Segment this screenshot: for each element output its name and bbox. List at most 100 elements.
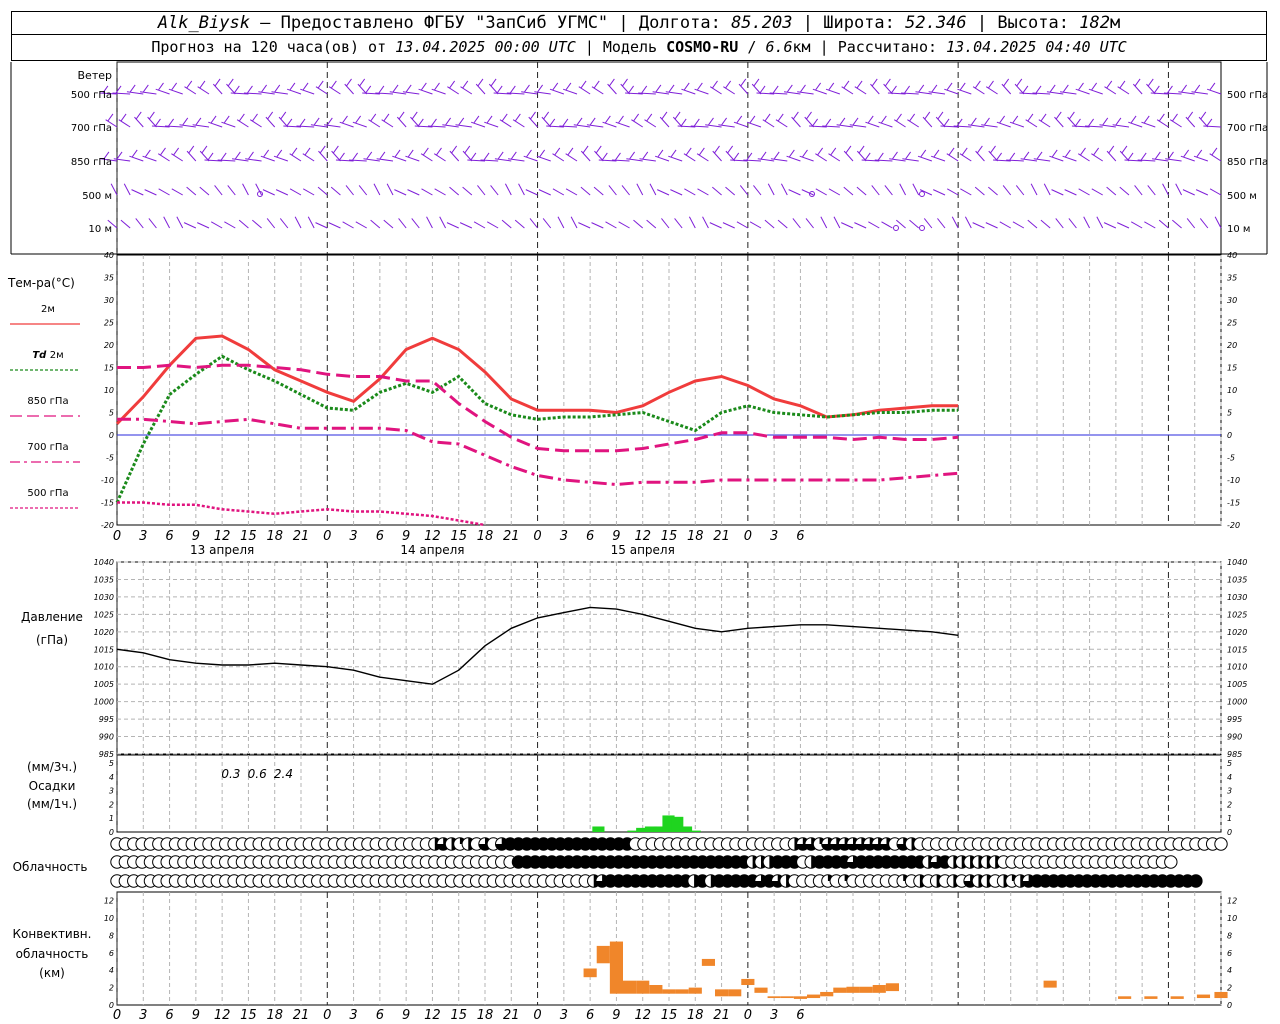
wind-level-label-right: 10 м — [1227, 224, 1250, 235]
wind-barb — [1106, 186, 1117, 196]
convective-bar — [859, 986, 873, 993]
wind-barb-flag — [359, 78, 366, 87]
wind-barb — [972, 222, 985, 229]
convective-bar — [1043, 980, 1057, 988]
wind-barb — [646, 219, 657, 229]
wind-barb-flag — [990, 145, 996, 154]
wind-barb — [289, 188, 302, 196]
wind-barb-flag — [394, 149, 401, 158]
wind-barb-flag — [248, 151, 254, 160]
wind-barb — [1064, 189, 1077, 196]
wind-barb-flag — [131, 149, 138, 158]
wind-barb — [633, 219, 644, 229]
wind-barb — [799, 155, 814, 162]
conv-hour-label: 3 — [349, 1008, 357, 1023]
wind-barb-flag — [514, 113, 521, 122]
wind-barb-flag — [593, 80, 600, 89]
wind-barb — [221, 121, 236, 128]
wind-barb-flag — [580, 80, 587, 89]
pres-y-tick-right: 1030 — [1227, 593, 1247, 602]
wind-barb-flag — [214, 78, 221, 87]
wind-barb — [919, 189, 933, 196]
precip-unit-1h: (мм/1ч.) — [27, 797, 77, 811]
wind-barb-flag — [641, 85, 648, 94]
wind-barb-flag — [1078, 82, 1084, 91]
temp-hour-label: 18 — [266, 529, 283, 544]
wind-barb-flag — [436, 147, 442, 156]
wind-barb-flag — [670, 149, 677, 158]
wind-barb — [856, 186, 867, 196]
convective-bar — [1144, 996, 1158, 999]
wind-barb — [342, 221, 354, 229]
wind-barb-flag — [144, 149, 151, 158]
wind-barb — [1096, 216, 1104, 229]
convective-bar — [741, 978, 755, 986]
wind-barb — [1175, 183, 1183, 196]
wind-barb-flag — [554, 147, 561, 156]
convective-bar — [728, 989, 742, 997]
temp-hour-label: 18 — [477, 529, 494, 544]
pres-y-tick-right: 1015 — [1227, 645, 1247, 654]
wind-barb-flag — [339, 152, 345, 161]
calm-marker — [919, 191, 925, 197]
wind-barb — [317, 186, 328, 196]
wind-barb — [792, 218, 801, 229]
wind-barb-flag — [905, 151, 912, 160]
conv-y-tick: 4 — [109, 966, 114, 975]
wind-barb-flag — [937, 111, 944, 120]
wind-barb — [944, 88, 959, 95]
wind-barb-flag — [988, 80, 994, 89]
wind-barb-flag — [680, 118, 687, 127]
calm-marker — [919, 225, 925, 231]
wind-barb — [1038, 119, 1051, 128]
wind-barb-flag — [286, 118, 293, 127]
wind-barb — [657, 189, 670, 196]
wind-barb — [644, 119, 657, 128]
temp-y-tick: -10 — [101, 476, 114, 485]
wind-barb-flag — [509, 85, 516, 94]
wind-barb-flag — [773, 151, 780, 160]
precip-total-label: 0.3 — [221, 767, 240, 781]
wind-barb-flag — [843, 80, 850, 89]
wind-barb-flag — [764, 113, 771, 122]
wind-level-label-right: 850 гПа — [1227, 157, 1268, 168]
conv-y-tick-right: 0 — [1227, 1001, 1232, 1010]
conv-y-tick: 12 — [104, 897, 114, 906]
wind-barb — [289, 153, 302, 162]
wind-barb — [315, 86, 328, 95]
wind-barb-flag — [800, 84, 806, 93]
wind-barb — [512, 119, 525, 128]
wind-level-label-right: 700 гПа — [1227, 123, 1268, 134]
wind-barb — [449, 150, 460, 162]
wind-barb — [959, 153, 972, 162]
pres-y-tick: 995 — [99, 715, 114, 724]
wind-barb — [749, 221, 762, 229]
wind-barb-flag — [486, 115, 493, 124]
temp-legend-text: 2м — [41, 304, 55, 315]
wind-barb — [418, 88, 433, 95]
wind-barb — [670, 189, 683, 196]
wind-barb-flag — [392, 84, 399, 93]
convective-bar — [715, 989, 729, 997]
wind-barb — [1002, 185, 1012, 196]
wind-barb-flag — [1022, 85, 1029, 94]
wind-barb — [805, 218, 814, 229]
wind-barb-flag — [867, 115, 874, 124]
wind-barb — [786, 155, 801, 162]
wind-barb — [1049, 155, 1064, 162]
wind-barb-flag — [772, 85, 779, 94]
wind-barb — [171, 188, 183, 196]
wind-barb — [358, 185, 368, 196]
pres-y-tick: 1010 — [94, 663, 114, 672]
conv-y-tick-right: 10 — [1227, 914, 1237, 923]
wind-barb — [1209, 153, 1222, 162]
wind-barb — [275, 189, 289, 196]
wind-barb-flag — [148, 111, 155, 120]
wind-barb — [709, 222, 722, 229]
wind-barb — [865, 121, 880, 128]
wind-barb-flag — [565, 82, 572, 91]
wind-barb-flag — [943, 118, 950, 127]
wind-barb — [1051, 189, 1064, 196]
wind-barb-flag — [496, 85, 503, 94]
wind-barb — [791, 116, 801, 128]
